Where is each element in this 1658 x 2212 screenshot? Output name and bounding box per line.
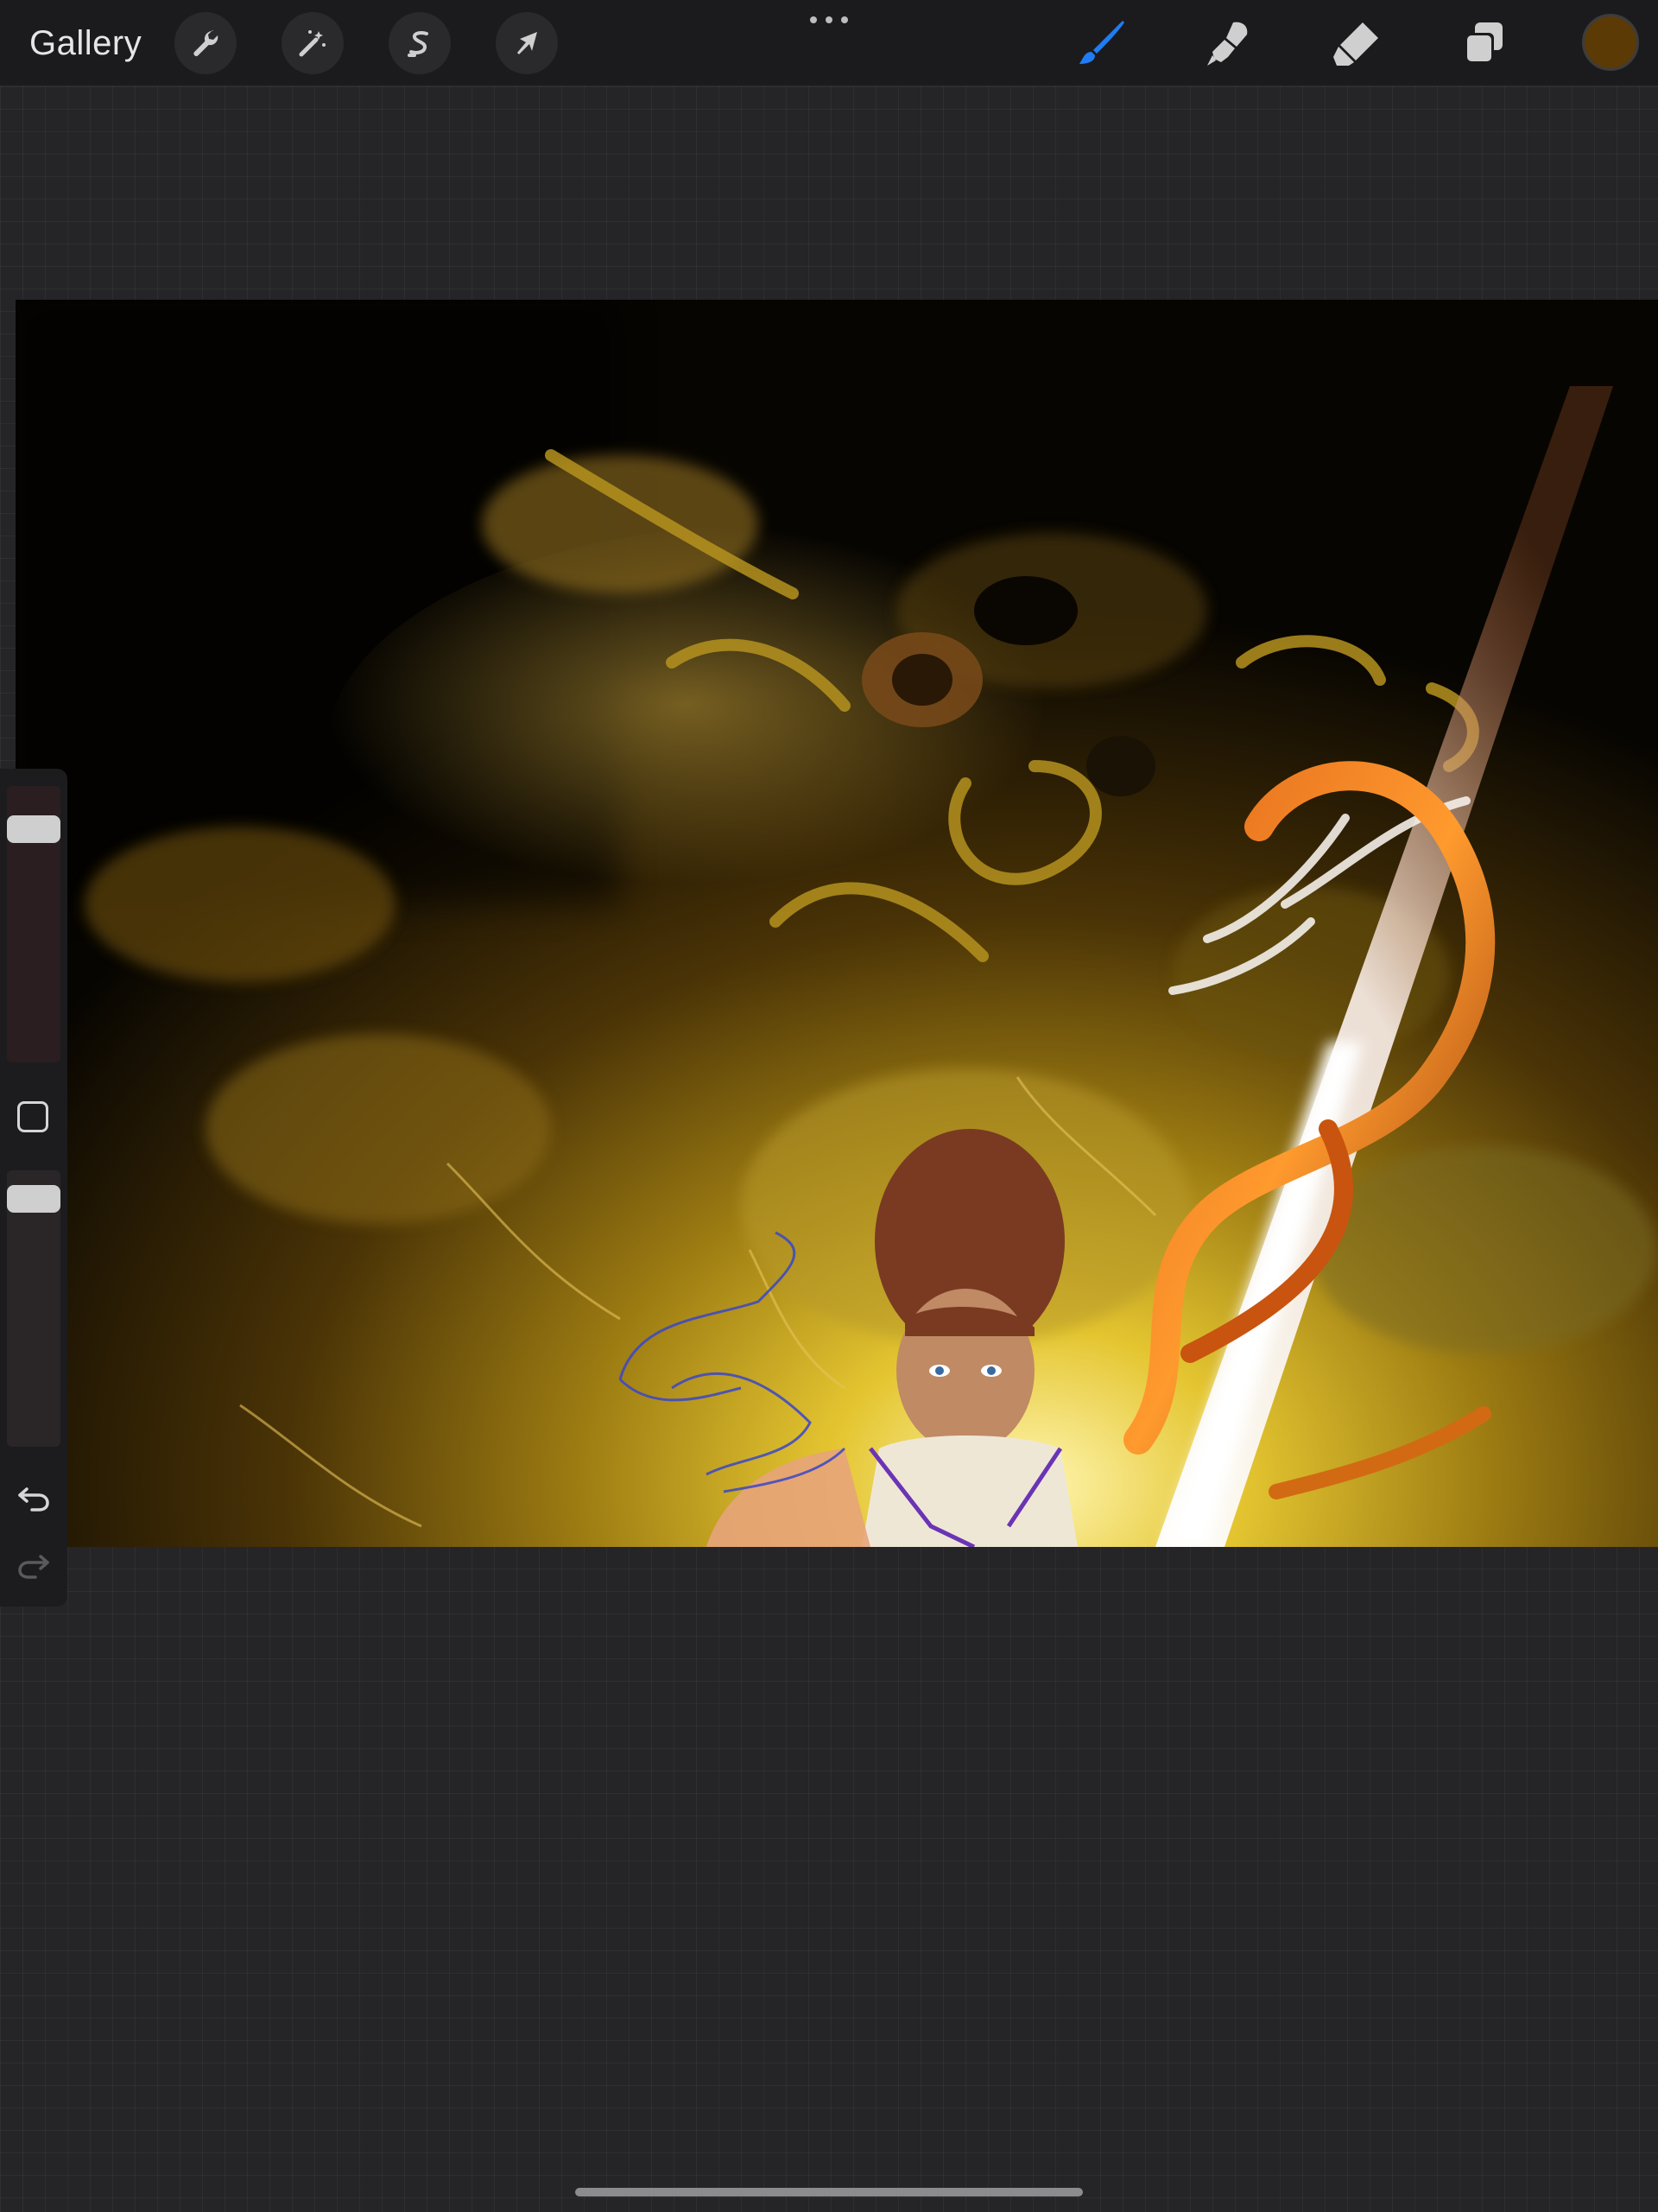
actions-button[interactable] — [174, 12, 237, 74]
brush-icon — [1079, 21, 1124, 64]
brush-tool-button[interactable] — [1067, 12, 1136, 74]
layers-button[interactable] — [1449, 12, 1518, 74]
arrow-cursor-icon — [517, 32, 537, 54]
smudge-icon — [1207, 22, 1248, 66]
color-picker-button[interactable] — [1582, 14, 1639, 71]
adjustments-button[interactable] — [282, 12, 344, 74]
home-indicator[interactable] — [575, 2188, 1083, 2196]
top-toolbar: Gallery — [0, 0, 1658, 86]
smudge-tool-button[interactable] — [1193, 12, 1262, 74]
redo-arrow-icon[interactable] — [15, 1544, 53, 1582]
transform-button[interactable] — [496, 12, 558, 74]
wrench-icon — [193, 30, 218, 56]
magic-wand-icon — [299, 30, 326, 57]
undo-arrow-icon[interactable] — [15, 1477, 53, 1515]
left-sidebar — [0, 769, 67, 1607]
artwork-painting — [16, 300, 1658, 1547]
eraser-tool-button[interactable] — [1321, 12, 1390, 74]
selection-s-icon — [408, 31, 428, 57]
modify-square-icon[interactable] — [17, 1101, 48, 1132]
drawing-canvas[interactable] — [16, 300, 1658, 1547]
brush-size-knob[interactable] — [7, 815, 60, 843]
eraser-icon — [1333, 22, 1378, 66]
selection-button[interactable] — [389, 12, 451, 74]
layers-icon — [1465, 22, 1503, 64]
opacity-knob[interactable] — [7, 1185, 60, 1213]
more-dots-icon[interactable] — [810, 14, 848, 26]
gallery-button[interactable]: Gallery — [29, 19, 142, 67]
